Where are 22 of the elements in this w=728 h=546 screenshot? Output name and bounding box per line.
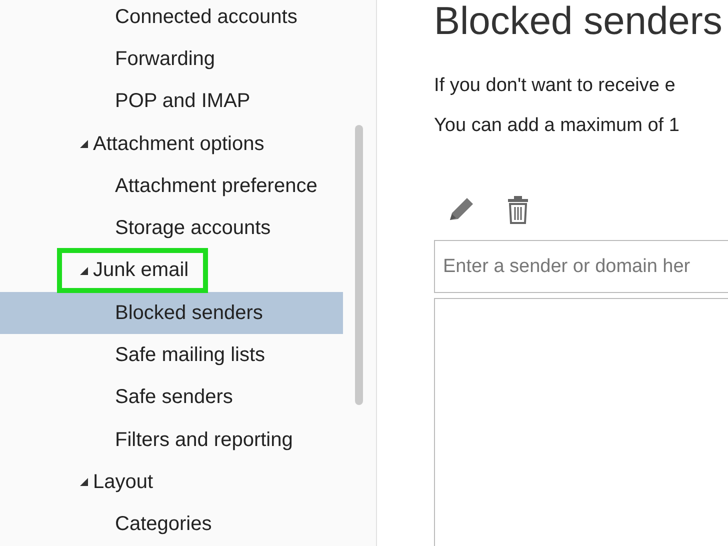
sidebar-item[interactable]: Categories	[0, 504, 343, 546]
sidebar-item[interactable]: Safe mailing lists	[0, 334, 343, 377]
page-title: Blocked senders	[434, 0, 722, 45]
expanded-triangle-icon[interactable]	[80, 140, 88, 148]
sidebar-section[interactable]: Junk email	[93, 259, 189, 282]
sidebar-item[interactable]: Filters and reporting	[0, 418, 343, 462]
expanded-triangle-icon[interactable]	[80, 478, 88, 486]
sidebar-item[interactable]: Attachment preference	[0, 165, 343, 208]
sidebar-item[interactable]: Storage accounts	[0, 207, 343, 250]
scrollbar-thumb[interactable]	[355, 125, 363, 405]
expanded-triangle-icon[interactable]	[80, 266, 88, 275]
sidebar-item[interactable]: POP and IMAP	[0, 80, 343, 123]
sender-input-field[interactable]: Enter a sender or domain her	[434, 240, 728, 293]
sidebar-item[interactable]: Forwarding	[0, 38, 343, 81]
sidebar-item[interactable]: Blocked senders	[0, 292, 343, 334]
trash-icon[interactable]	[506, 196, 530, 224]
sidebar-item[interactable]: Connected accounts	[0, 0, 343, 38]
sidebar-section[interactable]: Layout	[93, 470, 154, 494]
sidebar-section[interactable]: Attachment options	[93, 132, 264, 156]
description-text: You can add a maximum of 1	[434, 114, 680, 138]
description-text: If you don't want to receive e	[434, 74, 676, 98]
sidebar-item[interactable]: Safe senders	[0, 376, 343, 419]
